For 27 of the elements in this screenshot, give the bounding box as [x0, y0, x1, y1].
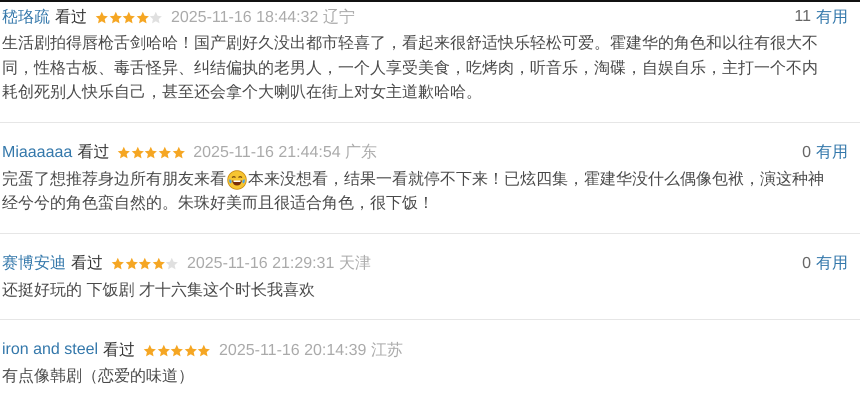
watch-status: 看过 [71, 254, 103, 274]
comment-time: 2025-11-16 21:44:54 广东 [193, 142, 378, 163]
useful-link[interactable]: 有用 [816, 253, 848, 274]
watch-status: 看过 [77, 142, 110, 163]
comment-time: 2025-11-16 21:29:31 天津 [186, 254, 371, 274]
user-name[interactable]: iron and steel [2, 341, 98, 359]
comment-text: 有点像韩剧（恋爱的味道） [2, 366, 194, 387]
user-name[interactable]: 赛博安迪 [2, 253, 66, 274]
comment-text: 还挺好玩的 下饭剧 才十六集这个时长我喜欢 [2, 280, 315, 300]
watch-status: 看过 [55, 8, 87, 28]
comment-text: 完蛋了想推荐身边所有朋友来看 [2, 170, 226, 190]
user-name[interactable]: Miaaaaaa [2, 144, 72, 162]
comment-text: 生活剧拍得唇枪舌剑哈哈！国产剧好久没出都市轻喜了，看起来很舒适快乐轻松可爱。霍建华的角色和以往有很大不 [2, 34, 818, 54]
comment-time: 2025-11-16 18:44:32 辽宁 [170, 8, 355, 28]
comment-time: 2025-11-16 20:14:39 江苏 [219, 340, 403, 360]
vote-count: 0 [802, 254, 811, 272]
comment-text: 本来没想看，结果一看就停不下来！已炫四集，霍建华没什么偶像包袱，演这种神 [248, 170, 824, 190]
watch-status: 看过 [103, 340, 136, 360]
useful-link[interactable]: 有用 [816, 142, 848, 163]
comment-text: 同，性格古板、毒舌怪异、纠结偏执的老男人，一个人享受美食，吃烤肉，听音乐，淘碟，自娱自乐，主打一个不内 [2, 58, 818, 78]
vote-count: 11 [794, 8, 811, 26]
laughing-face-icon [227, 170, 247, 190]
comment-text: 耗创死别人快乐自己，甚至还会拿个大喇叭在街上对女主道歉哈哈。 [2, 82, 482, 103]
useful-link[interactable]: 有用 [816, 6, 848, 28]
comment-text: 经兮兮的角色蛮自然的。朱珠好美而且很适合角色，很下饭！ [2, 194, 434, 214]
user-name[interactable]: 嵇珞疏 [2, 6, 50, 28]
vote-count: 0 [802, 144, 811, 162]
